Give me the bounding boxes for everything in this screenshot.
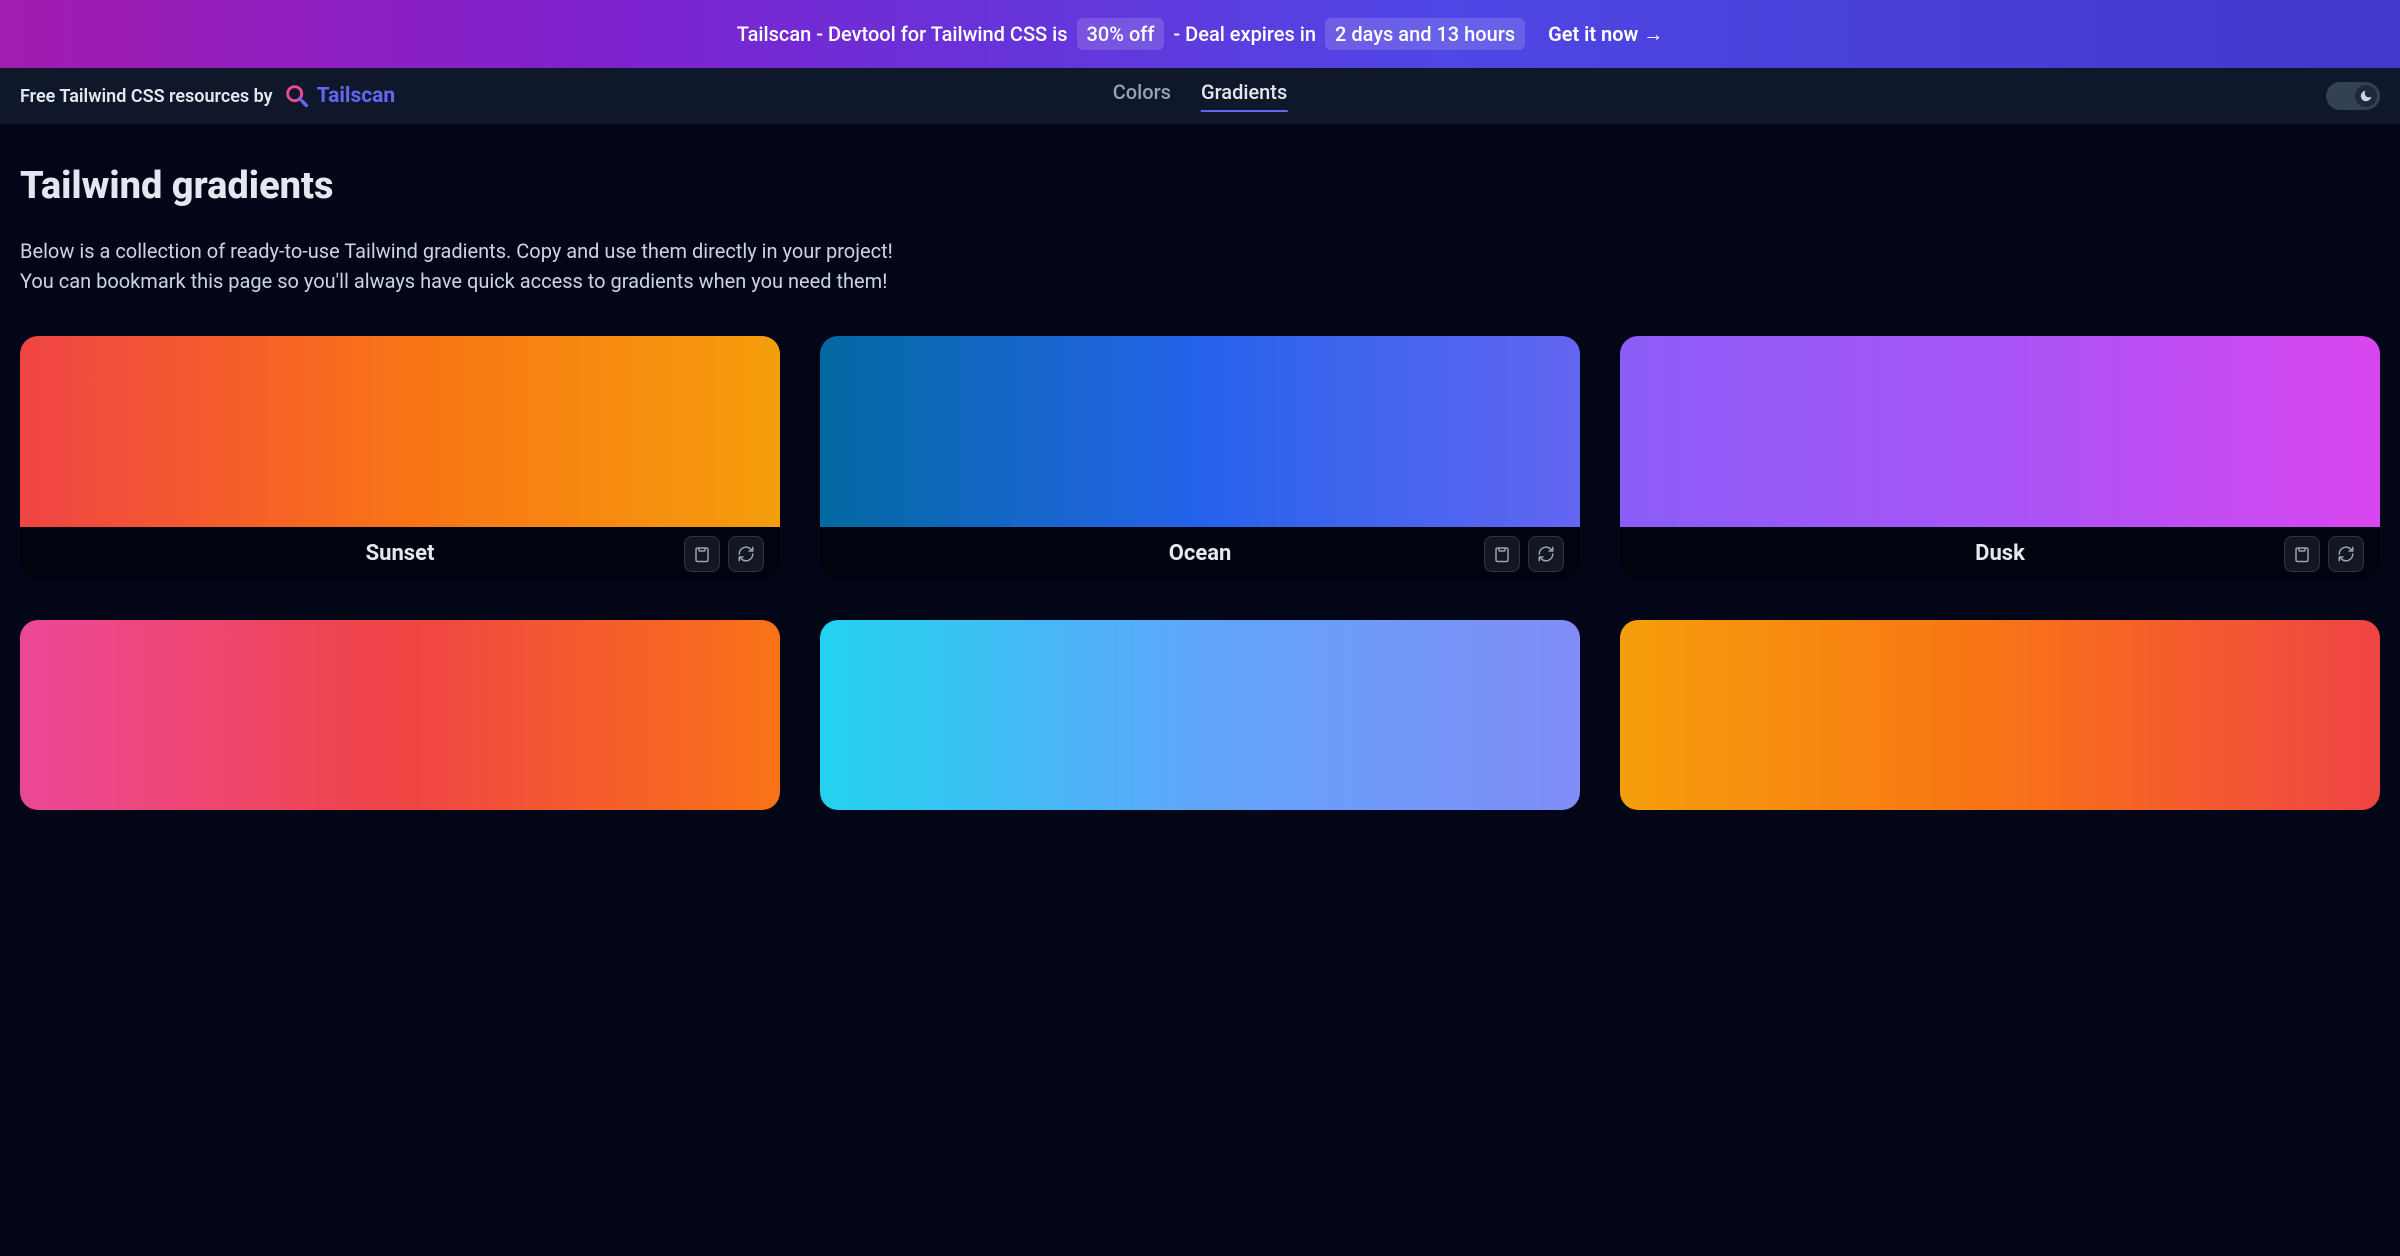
gradient-preview[interactable] [820,620,1580,810]
refresh-icon [737,545,755,563]
copy-button[interactable] [684,536,720,572]
clipboard-icon [2293,545,2311,563]
gradient-footer: Ocean [820,527,1580,580]
moon-icon [2359,89,2373,103]
discount-badge: 30% off [1077,18,1165,50]
gradient-card [820,620,1580,810]
main-content: Tailwind gradients Below is a collection… [0,124,2400,830]
gradient-card-sunset: Sunset [20,336,780,580]
banner-cta-link[interactable]: Get it now → [1548,22,1663,46]
brand-area: Free Tailwind CSS resources by Tailscan [20,82,395,110]
gradient-preview[interactable] [20,620,780,810]
clipboard-icon [693,545,711,563]
gradient-preview[interactable] [20,336,780,527]
desc-line-1: Below is a collection of ready-to-use Ta… [20,239,893,263]
countdown-badge: 2 days and 13 hours [1325,18,1525,50]
gradient-name: Sunset [366,541,435,566]
brand-logo-link[interactable]: Tailscan [283,82,396,110]
gradient-card [20,620,780,810]
desc-line-2: You can bookmark this page so you'll alw… [20,269,887,293]
copy-button[interactable] [2284,536,2320,572]
copy-button[interactable] [1484,536,1520,572]
tab-gradients[interactable]: Gradients [1201,80,1287,112]
fullscreen-button[interactable] [1528,536,1564,572]
theme-toggle-knob [2355,85,2377,107]
refresh-icon [2337,545,2355,563]
gradient-footer: Sunset [20,527,780,580]
brand-name: Tailscan [317,84,396,108]
gradient-actions [2284,536,2364,572]
fullscreen-button[interactable] [728,536,764,572]
gradient-preview[interactable] [1620,620,2380,810]
gradient-footer: Dusk [1620,527,2380,580]
gradient-preview[interactable] [820,336,1580,527]
nav-tabs: Colors Gradients [1113,80,1288,112]
page-description: Below is a collection of ready-to-use Ta… [20,236,2380,296]
tailscan-logo-icon [283,82,311,110]
fullscreen-button[interactable] [2328,536,2364,572]
tagline: Free Tailwind CSS resources by [20,86,273,107]
page-title: Tailwind gradients [20,164,2380,208]
gradient-name: Ocean [1169,541,1232,566]
gradient-card-dusk: Dusk [1620,336,2380,580]
tab-colors[interactable]: Colors [1113,80,1171,112]
gradient-card-ocean: Ocean [820,336,1580,580]
gradient-card [1620,620,2380,810]
banner-middle: - Deal expires in [1173,22,1316,46]
refresh-icon [1537,545,1555,563]
gradient-actions [1484,536,1564,572]
gradient-name: Dusk [1975,541,2025,566]
clipboard-icon [1493,545,1511,563]
promo-banner: Tailscan - Devtool for Tailwind CSS is 3… [0,0,2400,68]
gradients-grid: Sunset [20,336,2380,810]
navbar: Free Tailwind CSS resources by Tailscan … [0,68,2400,124]
banner-prefix: Tailscan - Devtool for Tailwind CSS is [737,22,1068,46]
gradient-actions [684,536,764,572]
gradient-preview[interactable] [1620,336,2380,527]
theme-toggle[interactable] [2326,82,2380,110]
